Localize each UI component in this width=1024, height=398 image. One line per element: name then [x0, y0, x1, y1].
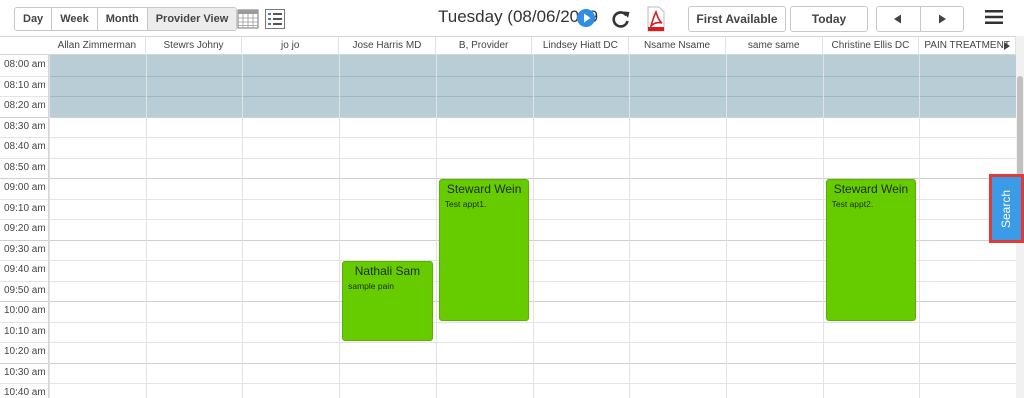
list-icon[interactable]	[264, 8, 286, 30]
column-divider	[532, 55, 534, 398]
search-tab[interactable]: Search	[989, 174, 1024, 243]
view-month-button[interactable]: Month	[97, 8, 148, 30]
time-slot-label: 10:00 am	[0, 301, 49, 322]
time-slot-label: 09:40 am	[0, 260, 49, 281]
column-divider	[919, 55, 921, 398]
search-tab-body[interactable]: Search	[992, 177, 1021, 240]
provider-column-header: Nsame Nsame	[629, 37, 726, 55]
column-divider	[629, 55, 631, 398]
appointment-note: Test appt1.	[444, 199, 487, 209]
row-divider	[0, 362, 1016, 364]
arrow-right-icon[interactable]	[921, 7, 964, 31]
time-slot-label: 09:00 am	[0, 178, 49, 199]
time-slot-label: 08:10 am	[0, 75, 49, 96]
provider-column-header: Jose Harris MD	[339, 37, 436, 55]
view-week-button[interactable]: Week	[52, 8, 98, 30]
time-slot-label: 09:20 am	[0, 219, 49, 240]
column-divider	[822, 55, 824, 398]
time-slot-label: 08:30 am	[0, 116, 49, 137]
column-divider	[145, 55, 147, 398]
provider-column-header: B, Provider	[436, 37, 533, 55]
time-slot-label: 08:00 am	[0, 55, 49, 76]
row-divider	[0, 137, 1016, 138]
provider-column-header: PAIN TREATMENT	[919, 37, 1016, 55]
time-slot-label: 10:40 am	[0, 383, 49, 398]
time-slot-label: 10:10 am	[0, 321, 49, 342]
row-divider	[0, 116, 1016, 118]
appointment-patient-name: Nathali Sam	[354, 264, 421, 278]
time-slot-label: 09:10 am	[0, 198, 49, 219]
pdf-icon[interactable]	[646, 6, 666, 32]
time-slot-label: 08:40 am	[0, 137, 49, 158]
calendar-toolbar: Day Week Month Provider View Tuesday (08…	[0, 0, 1024, 36]
time-slot-label: 08:50 am	[0, 157, 49, 178]
row-divider	[0, 342, 1016, 343]
appointment-block[interactable]: Steward Wein Test appt1.	[438, 179, 530, 321]
view-switcher: Day Week Month Provider View	[14, 7, 238, 31]
view-day-button[interactable]: Day	[15, 8, 53, 30]
appointment-note: sample pain	[348, 281, 394, 291]
row-divider	[0, 321, 1016, 323]
column-divider	[725, 55, 727, 398]
row-divider	[0, 383, 1016, 384]
time-slot-label: 09:30 am	[0, 239, 49, 260]
provider-column-header: Allan Zimmerman	[49, 37, 146, 55]
provider-column-header: Stewrs Johny	[146, 37, 243, 55]
provider-column-header: jo jo	[242, 37, 340, 55]
column-divider	[242, 55, 244, 398]
first-available-button[interactable]: First Available	[688, 6, 786, 32]
current-date-label: Tuesday (08/06/2019	[438, 7, 599, 26]
time-slot-label: 09:50 am	[0, 280, 49, 301]
appointment-block[interactable]: Steward Wein Test appt2.	[825, 179, 917, 321]
row-divider	[0, 157, 1016, 159]
time-slot-label: 08:20 am	[0, 96, 49, 117]
provider-column-header: Christine Ellis DC	[823, 37, 920, 55]
provider-column-header: same same	[726, 37, 823, 55]
column-divider	[339, 55, 341, 398]
time-slot-label: 10:20 am	[0, 342, 49, 363]
provider-header-row: Allan Zimmerman Stewrs Johny jo jo Jose Har…	[0, 36, 1016, 55]
appointment-note: Test appt2.	[831, 199, 874, 209]
column-divider	[435, 55, 437, 398]
provider-column-header: Lindsey Hiatt DC	[533, 37, 630, 55]
refresh-icon[interactable]	[610, 8, 632, 30]
appointment-block[interactable]: Nathali Sam sample pain	[342, 261, 433, 341]
search-tab-label: Search	[999, 189, 1014, 228]
calendar-grid-icon[interactable]	[237, 8, 259, 30]
date-navigation	[876, 6, 964, 32]
play-icon[interactable]	[577, 9, 595, 27]
hamburger-menu-icon[interactable]	[985, 9, 1003, 25]
today-button[interactable]: Today	[790, 6, 868, 32]
time-slot-label: 10:30 am	[0, 362, 49, 383]
appointment-patient-name: Steward Wein	[833, 182, 909, 196]
column-divider	[49, 55, 50, 398]
view-provider-button[interactable]: Provider View	[147, 8, 237, 30]
scroll-right-arrow-icon[interactable]	[1004, 42, 1010, 50]
schedule-grid: 08:00 am 08:10 am 08:20 am 08:30 am 08:40 am…	[0, 55, 1016, 398]
scrollbar-thumb[interactable]	[1017, 76, 1023, 186]
arrow-left-icon[interactable]	[877, 7, 921, 31]
appointment-patient-name: Steward Wein	[446, 182, 522, 196]
